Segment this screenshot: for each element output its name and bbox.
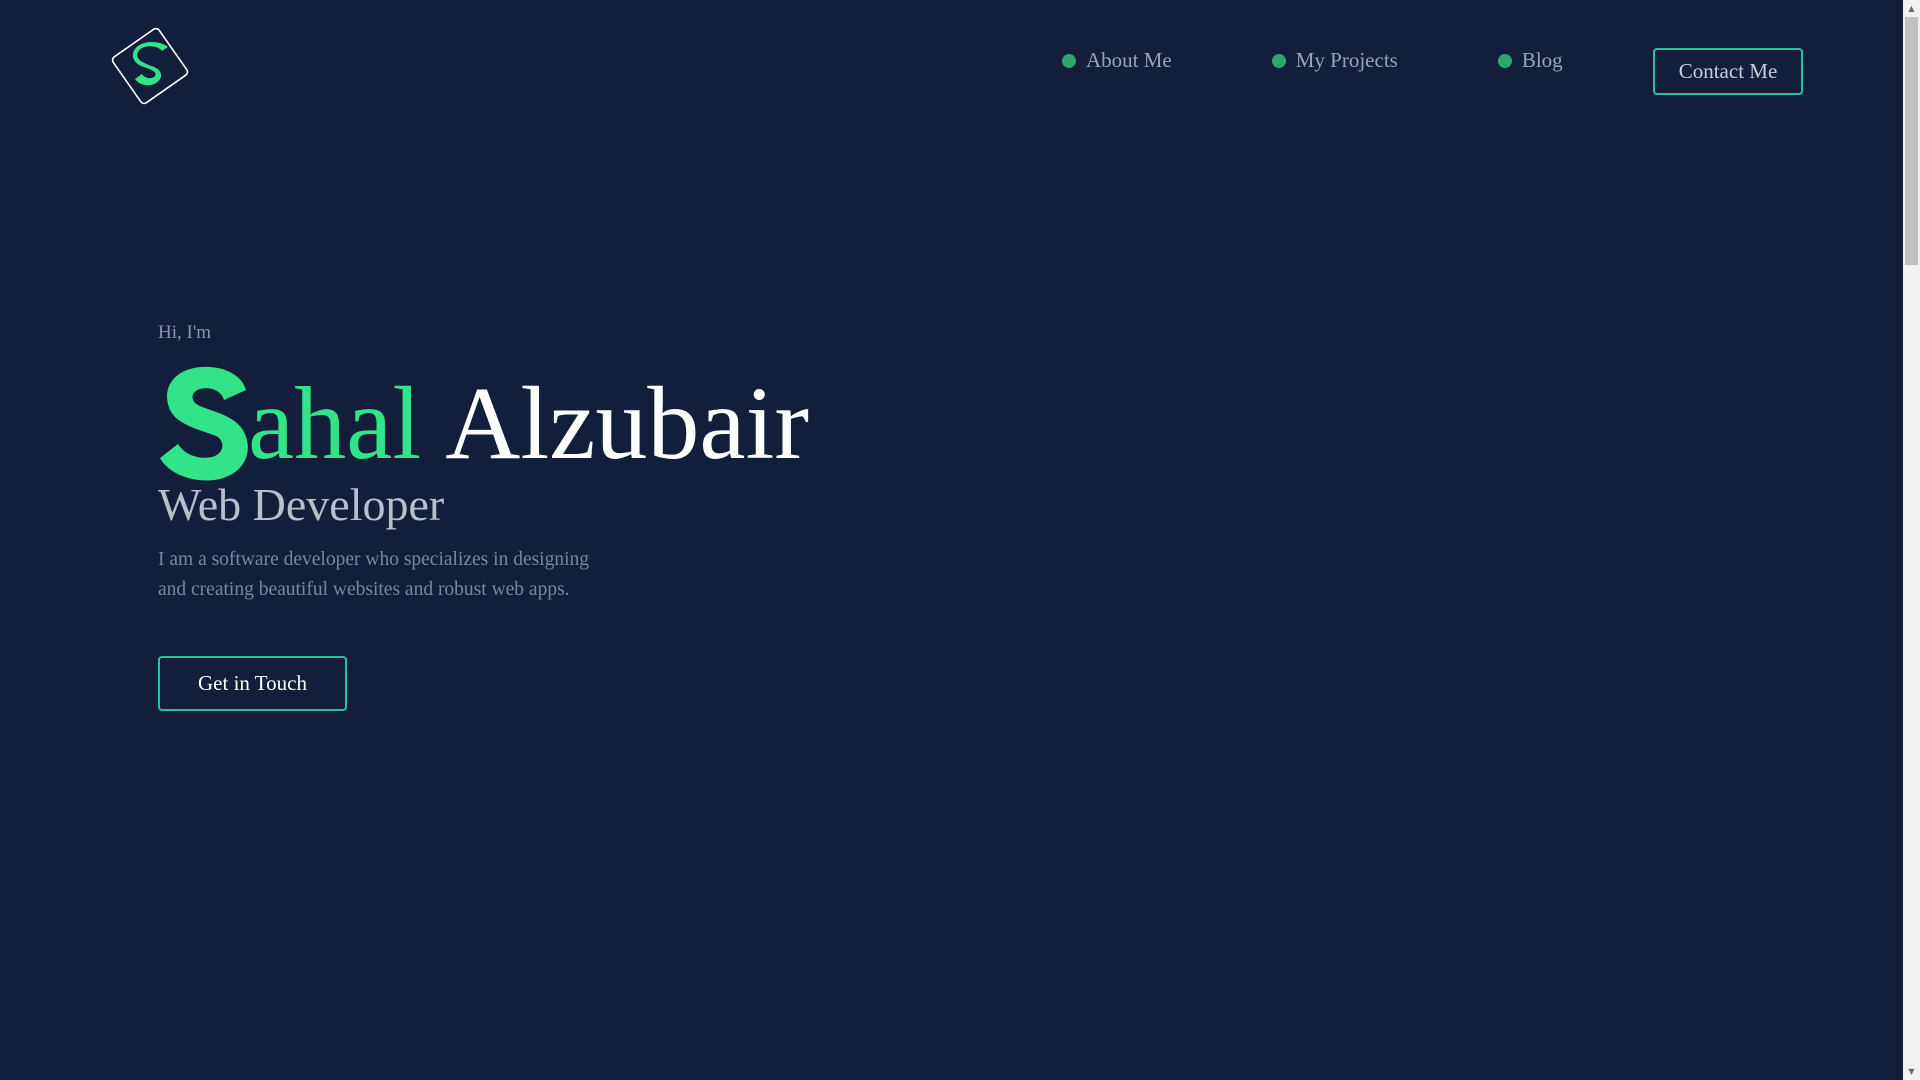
- hero-description: I am a software developer who specialize…: [158, 549, 590, 600]
- dot-icon: [1062, 53, 1076, 68]
- nav-item-blog[interactable]: Blog: [1497, 48, 1563, 73]
- nav-item-label: Blog: [1521, 48, 1563, 72]
- hero-name: ahal Alzubair: [158, 362, 809, 482]
- s-letter-logo-icon: [160, 366, 248, 481]
- nav-item-my-projects[interactable]: My Projects: [1271, 48, 1398, 73]
- scroll-up-arrow-icon[interactable]: ▲: [1903, 0, 1920, 17]
- contact-me-button[interactable]: Contact Me: [1653, 48, 1803, 95]
- s-diamond-logo-icon: [111, 27, 189, 105]
- nav-item-label: About Me: [1086, 48, 1172, 72]
- scroll-thumb[interactable]: [1905, 17, 1918, 265]
- greeting: Hi, I'm: [158, 322, 212, 343]
- scroll-down-arrow-icon[interactable]: ▼: [1903, 1063, 1920, 1080]
- nav-item-about-me[interactable]: About Me: [1062, 48, 1172, 73]
- portfolio-page: About Me My Projects Blog Contact Me Hi,…: [0, 0, 1920, 1080]
- last-name: Alzubair: [445, 366, 810, 481]
- nav-item-label: My Projects: [1295, 48, 1398, 72]
- logo[interactable]: [102, 18, 198, 114]
- main-nav: About Me My Projects Blog: [1062, 48, 1563, 73]
- role-title: Web Developer: [158, 479, 445, 530]
- get-in-touch-button[interactable]: Get in Touch: [158, 656, 347, 711]
- dot-icon: [1497, 53, 1512, 68]
- dot-icon: [1271, 53, 1286, 68]
- first-name: ahal: [248, 366, 422, 481]
- vertical-scrollbar[interactable]: ▲ ▼: [1903, 0, 1920, 1080]
